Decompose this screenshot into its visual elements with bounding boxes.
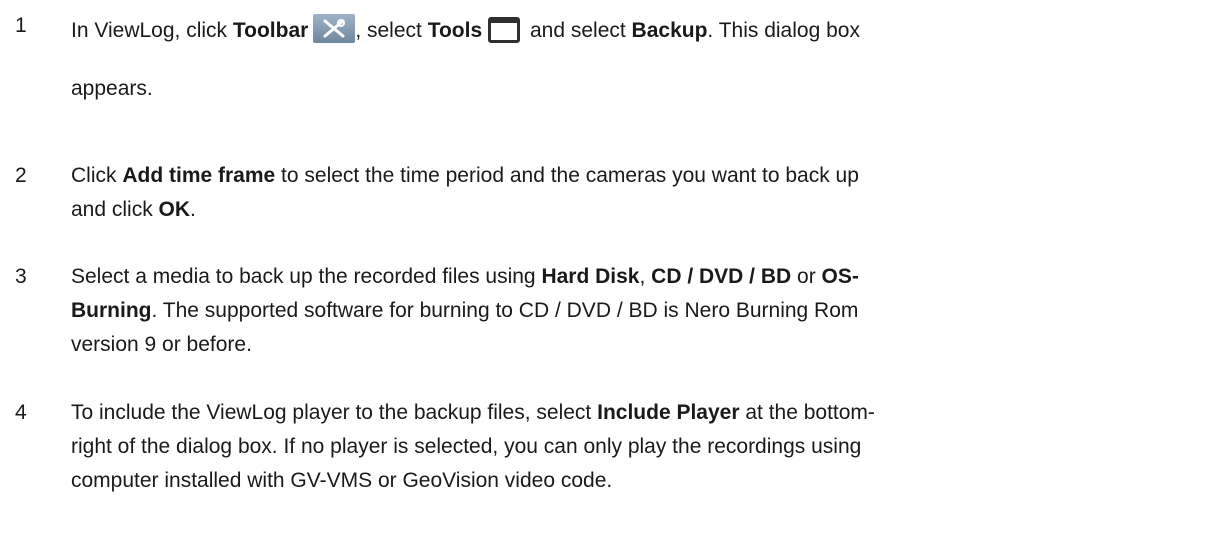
window-icon bbox=[488, 17, 521, 43]
step-number: 2 bbox=[15, 164, 27, 187]
step-number: 3 bbox=[15, 265, 27, 288]
hard-disk-label: Hard Disk bbox=[541, 265, 640, 288]
os-burning-label-part1: OS- bbox=[821, 265, 859, 288]
step-3-line-1: Select a media to back up the recorded f… bbox=[71, 265, 859, 288]
step-number: 1 bbox=[15, 14, 27, 37]
step-4-line-2: right of the dialog box. If no player is… bbox=[71, 435, 862, 458]
step-4-line-1: To include the ViewLog player to the bac… bbox=[71, 401, 875, 424]
ok-label: OK bbox=[158, 198, 191, 221]
cd-dvd-bd-label: CD / DVD / BD bbox=[651, 265, 792, 288]
os-burning-label-part2: Burning bbox=[71, 299, 152, 322]
toolbar-label: Toolbar bbox=[232, 19, 309, 42]
step-3-line-2: Burning. The supported software for burn… bbox=[71, 299, 859, 322]
step-1-line-2: appears. bbox=[71, 77, 153, 100]
backup-label: Backup bbox=[631, 19, 708, 42]
step-2-line-1: Click Add time frame to select the time … bbox=[71, 164, 859, 187]
toolbar-icon bbox=[313, 14, 356, 43]
include-player-label: Include Player bbox=[597, 401, 740, 424]
step-3-line-3: version 9 or before. bbox=[71, 333, 252, 356]
tools-label: Tools bbox=[427, 19, 483, 42]
step-2-line-2: and click OK. bbox=[71, 198, 196, 221]
step-1-line-1: In ViewLog, click Toolbar, select Tools … bbox=[71, 14, 860, 43]
add-time-frame-label: Add time frame bbox=[122, 164, 276, 187]
step-number: 4 bbox=[15, 401, 27, 424]
step-4-line-3: computer installed with GV-VMS or GeoVis… bbox=[71, 469, 613, 492]
